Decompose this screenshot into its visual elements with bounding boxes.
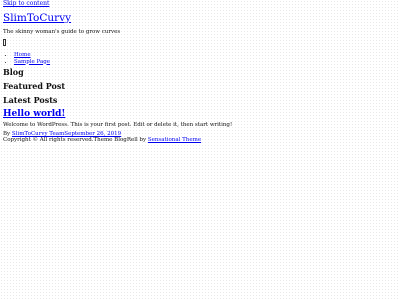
site-footer: Copyright © All rights reserved.Theme Bl… [3, 137, 201, 144]
main-navigation: Home Sample Page [8, 52, 50, 65]
latest-posts-heading: Latest Posts [3, 95, 58, 105]
theme-credit-link[interactable]: Sensational Theme [148, 137, 201, 143]
post-excerpt: Welcome to WordPress. This is your first… [3, 122, 233, 128]
nav-link-sample-page[interactable]: Sample Page [14, 59, 50, 65]
post-title: Hello world! [3, 108, 65, 120]
blog-heading: Blog [3, 67, 24, 77]
featured-post-heading: Featured Post [3, 81, 66, 91]
nav-item-sample-page: Sample Page [14, 59, 50, 66]
site-description: The skinny woman's guide to grow curves [3, 29, 121, 35]
menu-toggle-button[interactable] [3, 39, 6, 46]
copyright-text: Copyright © All rights reserved.Theme Bl… [3, 137, 147, 143]
site-title-link[interactable]: SlimToCurvy [3, 12, 71, 25]
skip-to-content-link[interactable]: Skip to content [3, 0, 49, 8]
post-title-link[interactable]: Hello world! [3, 109, 65, 119]
nav-link-home[interactable]: Home [14, 52, 31, 58]
